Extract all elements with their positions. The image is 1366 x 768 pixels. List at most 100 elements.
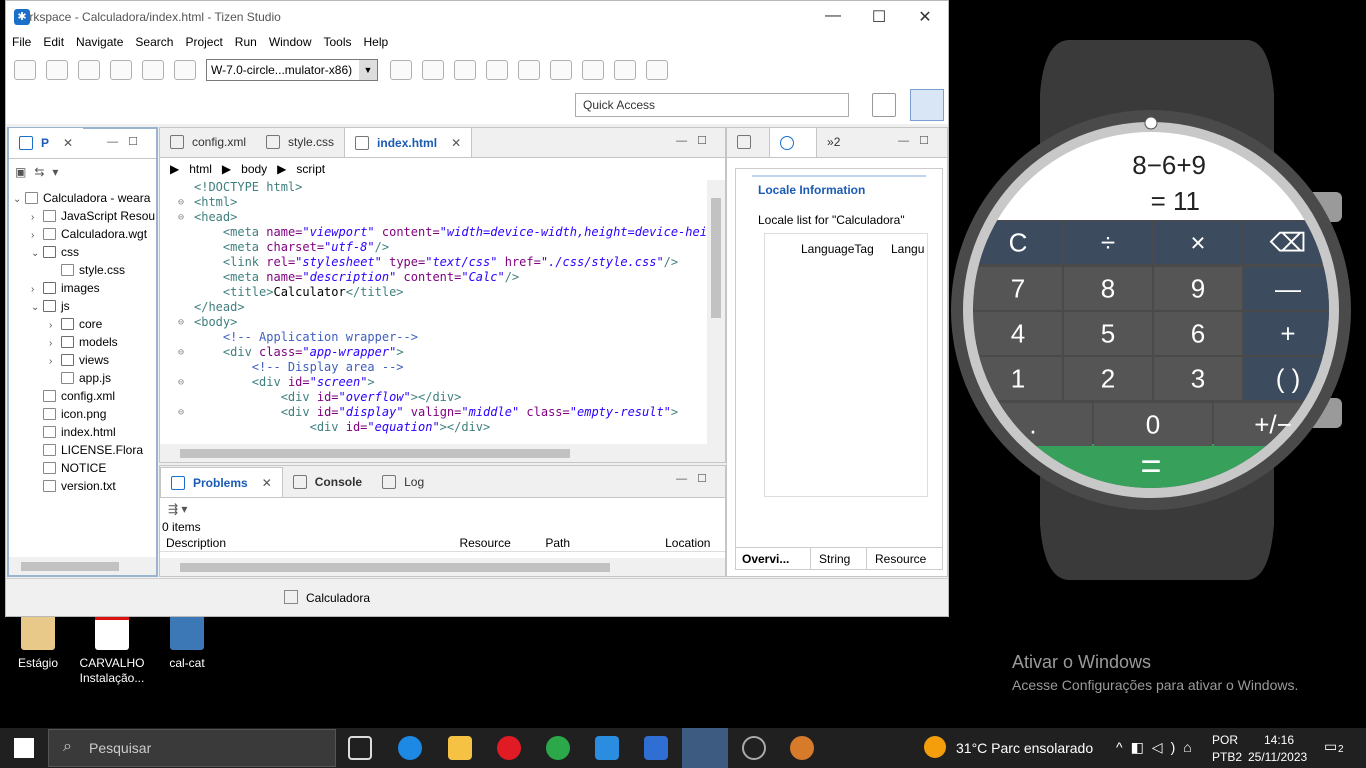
calc-key[interactable]: 8 <box>1064 267 1152 310</box>
tab-overview[interactable]: Overvi... <box>736 548 810 569</box>
calc-key[interactable]: — <box>1244 267 1332 310</box>
tab-outline[interactable] <box>727 127 769 157</box>
tree-item[interactable]: config.xml <box>9 387 156 405</box>
editor-hscroll[interactable] <box>160 444 725 462</box>
tree-item[interactable]: style.css <box>9 261 156 279</box>
emulator-manager-icon[interactable] <box>682 728 728 768</box>
menu-tools[interactable]: Tools <box>324 35 352 49</box>
calc-key[interactable]: 5 <box>1064 312 1152 355</box>
device-manager-icon[interactable] <box>390 60 412 80</box>
col-language[interactable]: Langu <box>891 242 924 256</box>
close-icon[interactable]: ✕ <box>63 136 73 150</box>
tree-item[interactable]: icon.png <box>9 405 156 423</box>
stop-icon[interactable] <box>174 60 196 80</box>
package-icon[interactable] <box>454 60 476 80</box>
collapse-all-icon[interactable]: ▣ <box>15 165 26 179</box>
tasks-icon[interactable] <box>644 736 668 760</box>
view-minmax[interactable]: —☐ <box>898 134 939 147</box>
tree-item[interactable]: index.html <box>9 423 156 441</box>
settings-app-icon[interactable] <box>742 736 766 760</box>
tree-item[interactable]: › core <box>9 315 156 333</box>
tree-item[interactable]: › models <box>9 333 156 351</box>
keyboard-layout[interactable]: PTB2 <box>1212 750 1242 764</box>
close-icon[interactable]: ✕ <box>451 136 461 150</box>
windows-start-icon[interactable] <box>14 738 34 758</box>
last-edit-icon[interactable] <box>582 60 604 80</box>
tab-config-xml[interactable]: config.xml <box>160 127 256 157</box>
menu-file[interactable]: File <box>12 35 31 49</box>
taskbar-search-input[interactable]: ⌕ Pesquisar <box>48 729 336 767</box>
calc-key[interactable]: ÷ <box>1064 221 1152 264</box>
run-config-icon[interactable] <box>142 60 164 80</box>
web-perspective-icon[interactable] <box>910 89 944 121</box>
problems-hscroll[interactable] <box>160 558 725 576</box>
tree-item[interactable]: NOTICE <box>9 459 156 477</box>
save-all-icon[interactable] <box>46 60 68 80</box>
paint-icon[interactable] <box>790 736 814 760</box>
minimize-button[interactable]: — <box>810 7 856 27</box>
desktop-icon-cal-cat[interactable]: cal-cat <box>149 614 225 671</box>
explorer-hscroll[interactable] <box>9 557 156 575</box>
desktop-icon-carvalho[interactable]: CARVALHO Instalação... <box>74 614 150 686</box>
col-location[interactable]: Location <box>665 536 725 551</box>
clock-time[interactable]: 14:16 <box>1264 733 1294 747</box>
edge-icon[interactable] <box>398 736 422 760</box>
menu-navigate[interactable]: Navigate <box>76 35 123 49</box>
calc-key[interactable]: 9 <box>1154 267 1242 310</box>
col-resource[interactable]: Resource <box>459 536 545 551</box>
tree-item[interactable]: ⌄ js <box>9 297 156 315</box>
menu-search[interactable]: Search <box>135 35 173 49</box>
tree-item[interactable]: LICENSE.Flora <box>9 441 156 459</box>
forward-arrow-icon[interactable] <box>646 60 668 80</box>
tree-item[interactable]: › images <box>9 279 156 297</box>
tab-log[interactable]: Log <box>372 467 434 497</box>
breadcrumb-html[interactable]: html <box>189 162 212 176</box>
calc-key[interactable]: 7 <box>974 267 1062 310</box>
breadcrumb-script[interactable]: script <box>296 162 325 176</box>
view-minmax[interactable]: —☐ <box>107 135 148 148</box>
tab-resource[interactable]: Resource <box>866 548 936 569</box>
tab-string[interactable]: String <box>810 548 866 569</box>
breadcrumb-body[interactable]: body <box>241 162 267 176</box>
menu-window[interactable]: Window <box>269 35 312 49</box>
col-languagetag[interactable]: LanguageTag <box>801 242 874 256</box>
profiler-icon[interactable] <box>422 60 444 80</box>
filter-icon[interactable]: ⇶ ▾ <box>168 502 187 516</box>
tree-item[interactable]: › JavaScript Resou <box>9 207 156 225</box>
calc-equals-key[interactable]: = <box>1140 445 1161 486</box>
search-files-icon[interactable] <box>518 60 540 80</box>
back-arrow-icon[interactable] <box>614 60 636 80</box>
tree-item[interactable]: version.txt <box>9 477 156 495</box>
tree-item[interactable]: ⌄ Calculadora - weara <box>9 189 156 207</box>
tree-item[interactable]: app.js <box>9 369 156 387</box>
menu-run[interactable]: Run <box>235 35 257 49</box>
notification-icon[interactable]: ▭ <box>1324 738 1337 755</box>
calc-key[interactable]: 3 <box>1154 357 1242 400</box>
menu-help[interactable]: Help <box>364 35 389 49</box>
debug-icon[interactable] <box>78 60 100 80</box>
certificate-icon[interactable] <box>486 60 508 80</box>
tree-item[interactable]: ⌄ css <box>9 243 156 261</box>
col-path[interactable]: Path <box>545 536 665 551</box>
open-perspective-icon[interactable] <box>872 93 896 117</box>
clock-date[interactable]: 25/11/2023 <box>1248 750 1307 764</box>
menu-project[interactable]: Project <box>185 35 222 49</box>
weather-text[interactable]: 31°C Parc ensolarado <box>956 740 1093 756</box>
calc-key[interactable]: 0 <box>1094 403 1212 446</box>
calc-key[interactable]: + <box>1244 312 1332 355</box>
calc-key[interactable]: 6 <box>1154 312 1242 355</box>
new-icon[interactable] <box>14 60 36 80</box>
calc-key[interactable]: 4 <box>974 312 1062 355</box>
opera-icon[interactable] <box>497 736 521 760</box>
menu-edit[interactable]: Edit <box>43 35 64 49</box>
quick-access-input[interactable]: Quick Access <box>575 93 849 117</box>
tree-item[interactable]: › Calculadora.wgt <box>9 225 156 243</box>
tray-icons[interactable]: ^◧◁)⌂ <box>1116 739 1200 756</box>
tab-problems[interactable]: Problems ✕ <box>160 467 283 497</box>
col-description[interactable]: Description <box>166 536 459 551</box>
calc-key[interactable]: 2 <box>1064 357 1152 400</box>
run-icon[interactable] <box>110 60 132 80</box>
desktop-icon-estagio[interactable]: Estágio <box>0 614 76 671</box>
file-explorer-icon[interactable] <box>448 736 472 760</box>
editor-vscroll[interactable] <box>707 180 725 444</box>
